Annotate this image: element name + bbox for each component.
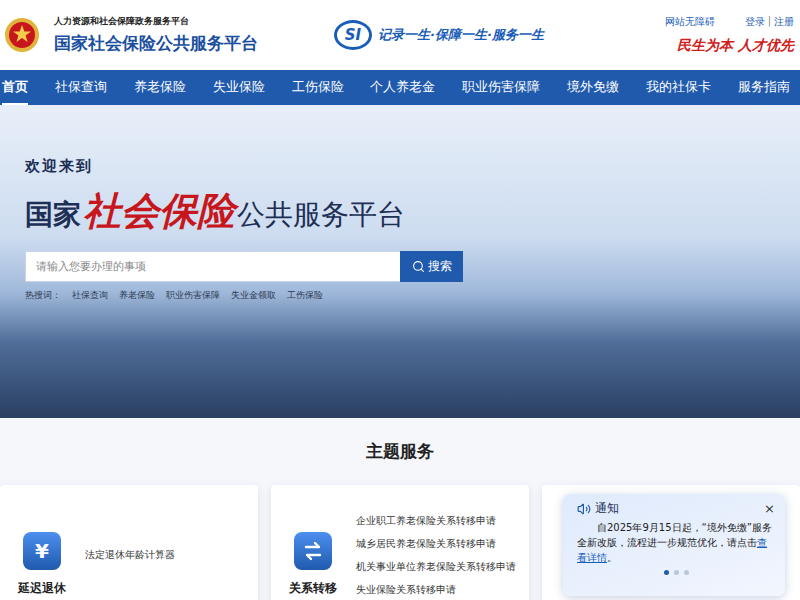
card-lead[interactable]: 关系转移 xyxy=(288,514,338,597)
search-icon xyxy=(412,260,425,273)
header-right: 网站无障碍 登录|注册民生为本 人才优先 xyxy=(665,15,794,55)
hero-banner: 欢迎来到国家社会保险公共服务平台搜索热搜词： 社保查询养老保险职业伤害保障失业金领… xyxy=(0,105,800,418)
service-card: ¥ 延迟退休 法定退休年龄计算器 xyxy=(0,485,258,600)
site-title: 国家社会保险公共服务平台 xyxy=(54,32,258,55)
hot-item[interactable]: 工伤保险 xyxy=(287,289,323,302)
page: 人力资源和社会保障政务服务平台国家社会保险公共服务平台 SI 记录一生·保障一生·服… xyxy=(0,0,800,600)
ministry-name: 人力资源和社会保障政务服务平台 xyxy=(54,15,258,28)
card-link[interactable]: 企业职工养老保险关系转移申请 xyxy=(356,514,516,528)
close-button[interactable]: × xyxy=(764,501,775,516)
transfer-icon xyxy=(302,540,324,562)
page-dot[interactable] xyxy=(674,570,679,575)
account-links: 登录|注册 xyxy=(745,15,794,29)
nav-item[interactable]: 我的社保卡 xyxy=(646,70,711,105)
card-link[interactable]: 失业保险关系转移申请 xyxy=(356,583,516,597)
search-button[interactable]: 搜索 xyxy=(400,251,463,282)
page-dot[interactable] xyxy=(664,570,669,575)
hot-item[interactable]: 社保查询 xyxy=(72,289,108,302)
nav-item[interactable]: 养老保险 xyxy=(134,70,186,105)
motto: 民生为本 人才优先 xyxy=(677,37,794,55)
separator: | xyxy=(768,15,771,29)
hot-item[interactable]: 失业金领取 xyxy=(231,289,276,302)
service-card: 关系转移 企业职工养老保险关系转移申请城乡居民养老保险关系转移申请机关事业单位养老… xyxy=(271,485,529,600)
notice-pagination xyxy=(577,570,775,575)
hero-title-suffix: 公共服务平台 xyxy=(237,196,405,234)
nav-item[interactable]: 社保查询 xyxy=(55,70,107,105)
nav-item[interactable]: 职业伤害保障 xyxy=(462,70,540,105)
card-label: 延迟退休 xyxy=(18,580,66,597)
nav-item[interactable]: 工伤保险 xyxy=(292,70,344,105)
notice-header: 通知 × xyxy=(577,500,775,517)
hot-item[interactable]: 职业伤害保障 xyxy=(166,289,220,302)
speaker-icon xyxy=(577,502,591,516)
nav-item[interactable]: 境外免缴 xyxy=(567,70,619,105)
card-label: 关系转移 xyxy=(289,580,337,597)
nav-bar: 首页社保查询养老保险失业保险工伤保险个人养老金职业伤害保障境外免缴我的社保卡服务… xyxy=(0,70,800,105)
hero-title: 国家社会保险公共服务平台 xyxy=(25,186,800,237)
card-link[interactable]: 机关事业单位养老保险关系转移申请 xyxy=(356,560,516,574)
notice-text: 自2025年9月15日起，“境外免缴”服务全新改版，流程进一步规范优化，请点击查… xyxy=(577,520,775,565)
brand-text: 人力资源和社会保障政务服务平台国家社会保险公共服务平台 xyxy=(54,15,258,55)
nav-item[interactable]: 失业保险 xyxy=(213,70,265,105)
card-links: 法定退休年龄计算器 xyxy=(85,548,175,562)
header: 人力资源和社会保障政务服务平台国家社会保险公共服务平台 SI 记录一生·保障一生·服… xyxy=(0,0,800,70)
yen-icon: ¥ xyxy=(23,532,61,570)
accessibility-link[interactable]: 网站无障碍 xyxy=(665,15,715,29)
notice-link[interactable]: 查看详情 xyxy=(577,537,767,563)
search-bar: 搜索 xyxy=(25,251,463,282)
slogan: 记录一生·保障一生·服务一生 xyxy=(378,26,544,44)
brand[interactable]: 人力资源和社会保障政务服务平台国家社会保险公共服务平台 xyxy=(4,15,324,55)
nav-item[interactable]: 首页 xyxy=(2,70,28,105)
register-link[interactable]: 注册 xyxy=(774,15,794,29)
card-lead[interactable]: ¥ 延迟退休 xyxy=(17,514,67,597)
notice-popup: 通知 × 自2025年9月15日起，“境外免缴”服务全新改版，流程进一步规范优化，请… xyxy=(563,494,785,596)
page-dot[interactable] xyxy=(684,570,689,575)
login-link[interactable]: 登录 xyxy=(745,15,765,29)
search-input[interactable] xyxy=(25,251,400,282)
hot-searches: 热搜词： 社保查询养老保险职业伤害保障失业金领取工伤保险 xyxy=(25,289,800,302)
si-logo: SI 记录一生·保障一生·服务一生 xyxy=(334,20,655,50)
top-links: 网站无障碍 登录|注册 xyxy=(665,15,794,29)
national-emblem-icon xyxy=(4,17,40,53)
welcome-text: 欢迎来到 xyxy=(25,157,800,176)
card-link[interactable]: 法定退休年龄计算器 xyxy=(85,548,175,562)
hot-label: 热搜词： xyxy=(25,289,61,302)
card-links: 企业职工养老保险关系转移申请城乡居民养老保险关系转移申请机关事业单位养老保险关系… xyxy=(356,514,516,597)
section-title: 主题服务 xyxy=(0,440,800,463)
transfer-box-icon xyxy=(294,532,332,570)
nav-item[interactable]: 服务指南 xyxy=(738,70,790,105)
si-badge: SI xyxy=(334,20,372,50)
search-button-label: 搜索 xyxy=(428,258,452,275)
card-link[interactable]: 城乡居民养老保险关系转移申请 xyxy=(356,537,516,551)
hero-title-highlight: 社会保险 xyxy=(83,186,235,237)
hero-title-prefix: 国家 xyxy=(25,196,81,234)
notice-title: 通知 xyxy=(595,500,760,517)
nav-item[interactable]: 个人养老金 xyxy=(370,70,435,105)
hot-item[interactable]: 养老保险 xyxy=(119,289,155,302)
